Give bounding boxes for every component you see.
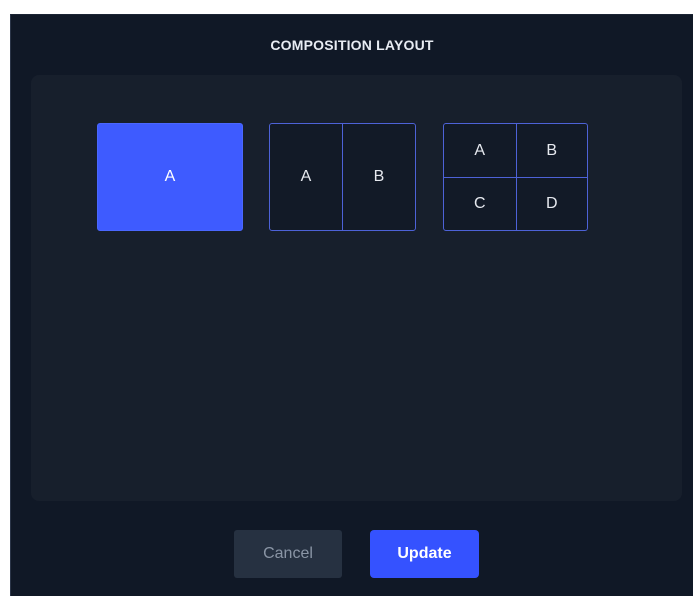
dialog-title: COMPOSITION LAYOUT (270, 37, 434, 53)
top-strip (0, 0, 693, 14)
layout-option-grid[interactable]: A B C D (443, 123, 588, 231)
layout-cell-b: B (515, 124, 588, 177)
composition-layout-dialog: COMPOSITION LAYOUT A A B A B C D Cancel … (10, 14, 693, 596)
layout-cell-b: B (342, 124, 415, 230)
layout-option-single[interactable]: A (97, 123, 243, 231)
layout-options-panel: A A B A B C D (31, 75, 682, 501)
cancel-button[interactable]: Cancel (234, 530, 342, 578)
layout-cell-c: C (444, 177, 516, 230)
layout-cell-d: D (515, 177, 587, 230)
update-button[interactable]: Update (370, 530, 479, 578)
layout-cell-a: A (164, 168, 176, 185)
layout-cell-a: A (474, 141, 486, 159)
screenshot-frame: COMPOSITION LAYOUT A A B A B C D Cancel … (0, 0, 693, 596)
layout-cell-a: A (300, 168, 312, 185)
layout-option-split[interactable]: A B (269, 123, 416, 231)
